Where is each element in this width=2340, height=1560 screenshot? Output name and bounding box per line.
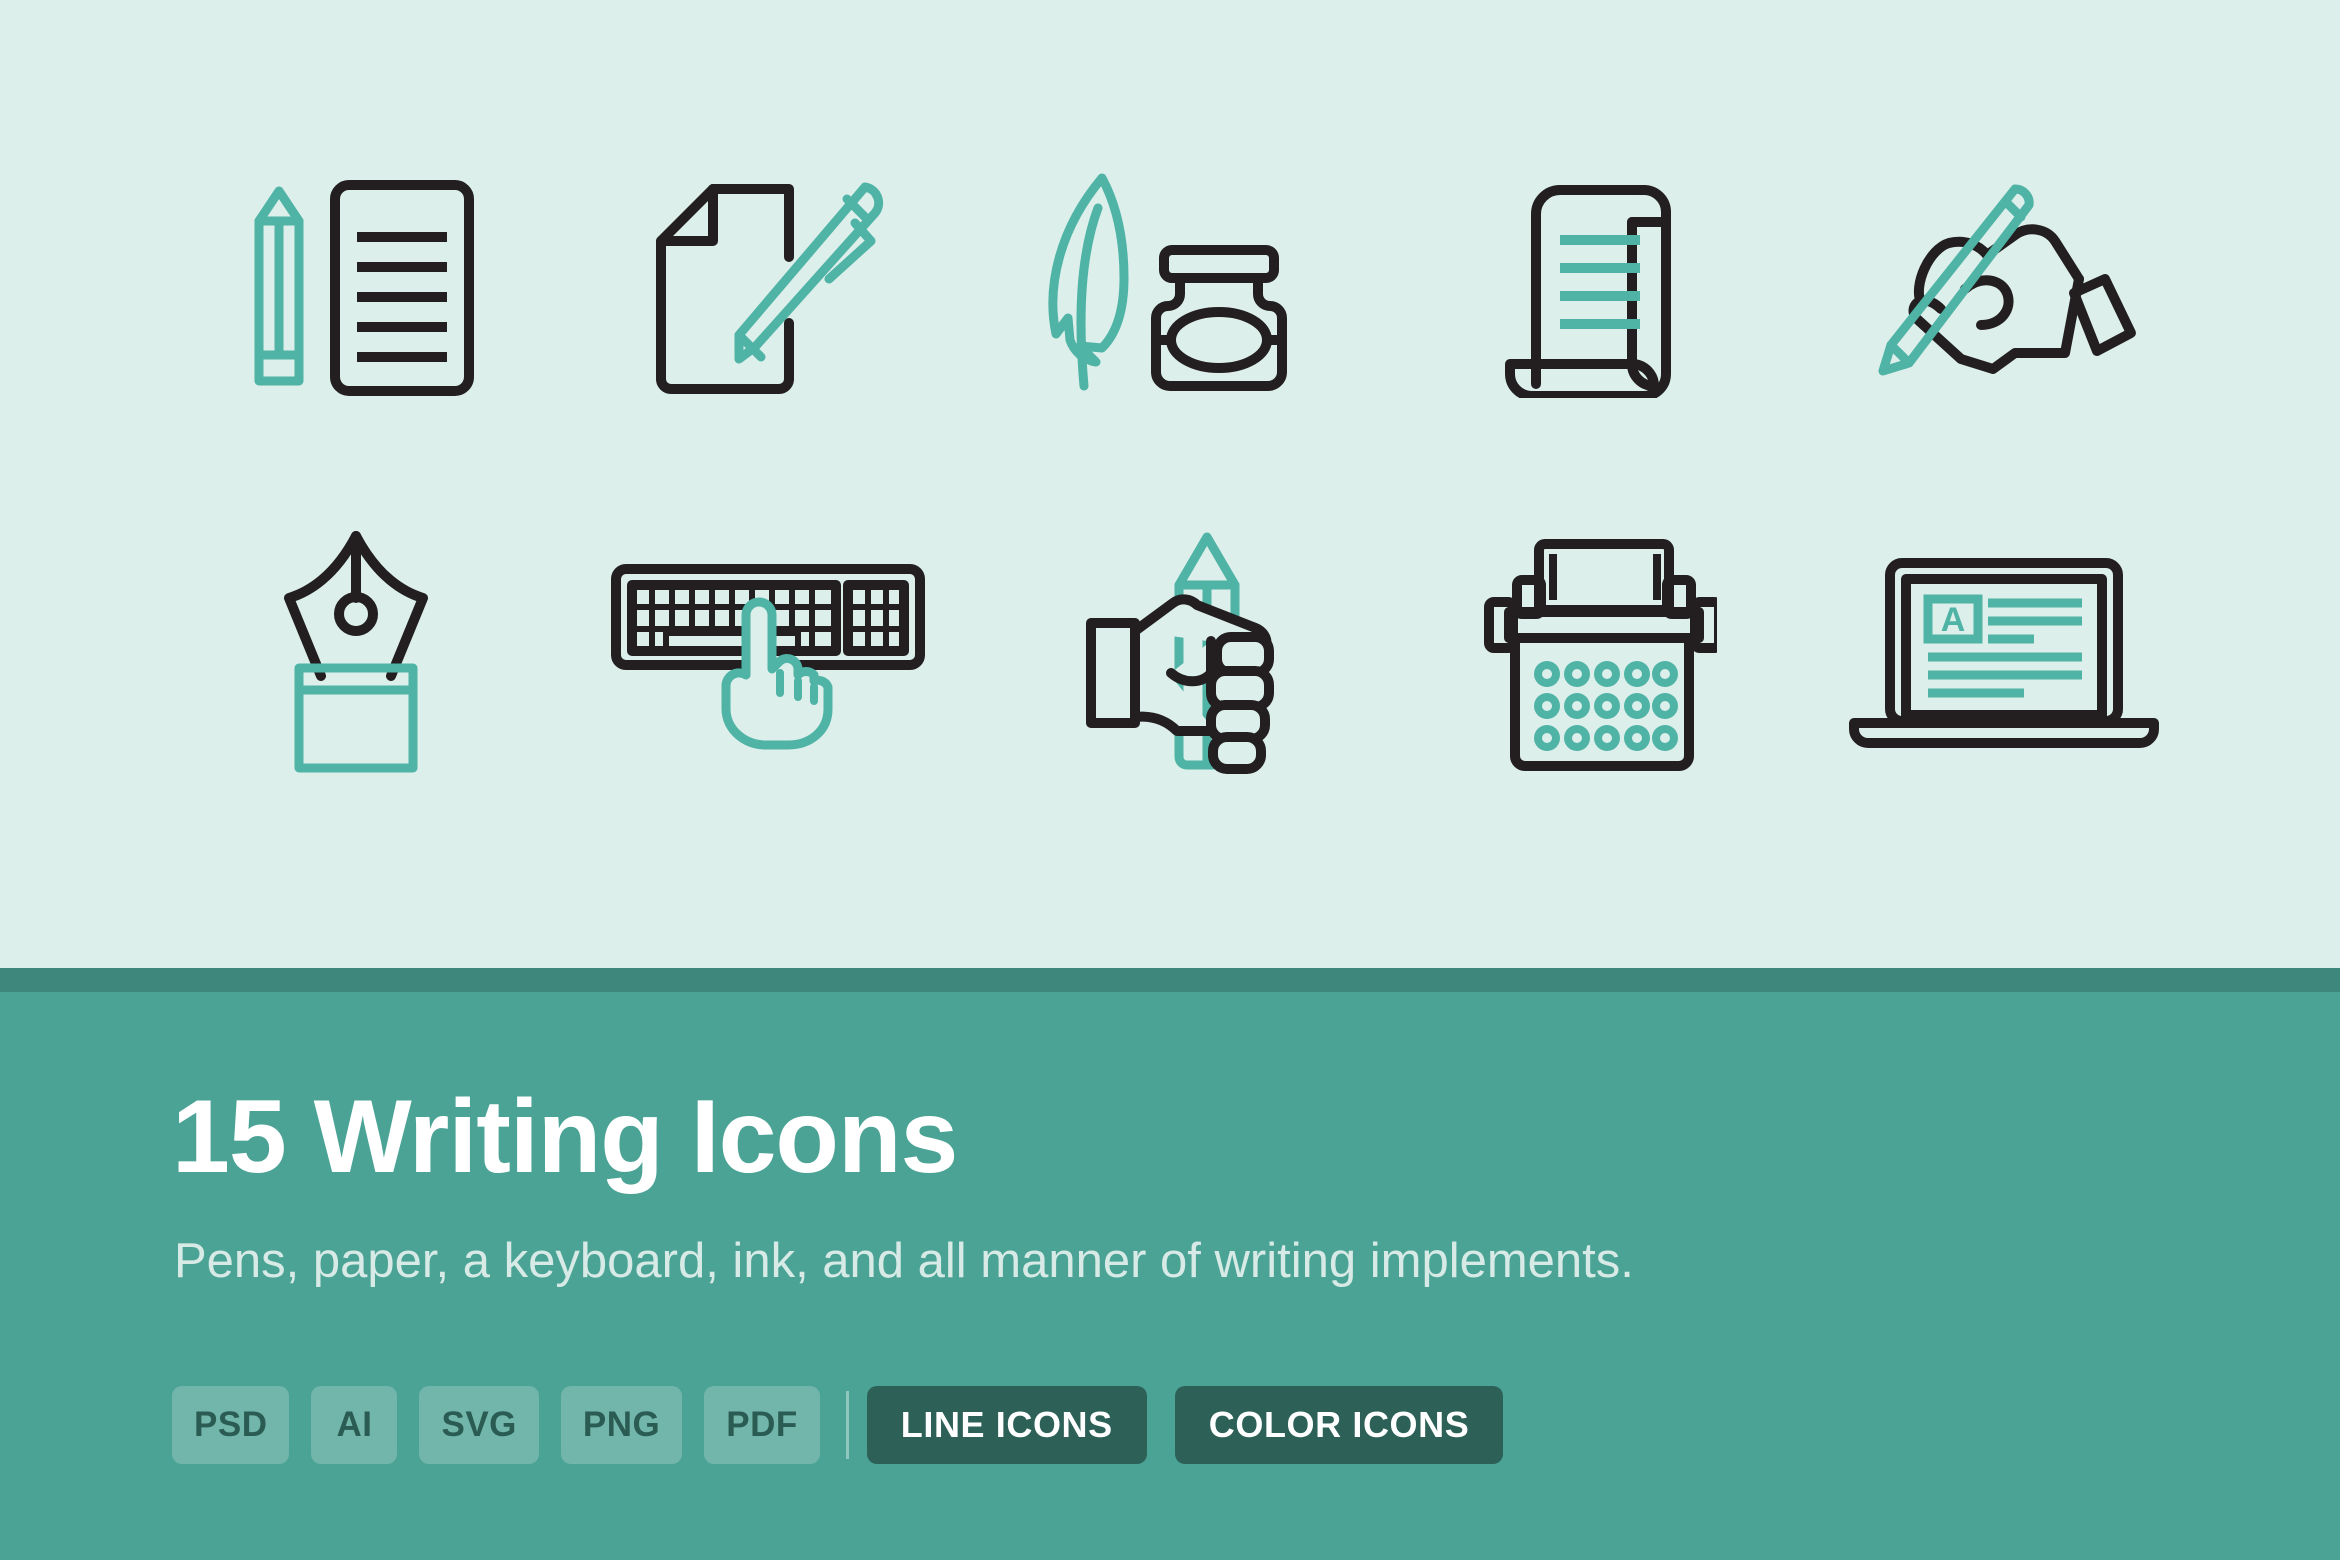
hand-writing-pencil-icon xyxy=(1878,183,2136,375)
format-badge-svg[interactable]: SVG xyxy=(419,1386,539,1464)
footer-panel: 15 Writing Icons Pens, paper, a keyboard… xyxy=(0,992,2340,1560)
keyboard-typing-icon xyxy=(611,563,925,749)
laptop-document-icon: A xyxy=(1849,557,2159,748)
icon-cell[interactable]: A xyxy=(1798,470,2210,835)
pencil-and-notepad-icon xyxy=(254,179,474,396)
laptop-screen-letter: A xyxy=(1941,601,1966,639)
format-badge-psd[interactable]: PSD xyxy=(172,1386,290,1464)
quill-and-inkwell-icon xyxy=(1048,173,1287,391)
icon-cell[interactable] xyxy=(974,470,1386,835)
icon-cell[interactable] xyxy=(150,105,562,470)
document-and-pen-icon xyxy=(656,182,884,394)
footer-content: 15 Writing Icons Pens, paper, a keyboard… xyxy=(172,992,2172,1560)
format-and-action-row: PSD AI SVG PNG PDF LINE ICONS COLOR ICON… xyxy=(172,1386,1531,1464)
icon-cell[interactable] xyxy=(150,470,562,835)
page-subtitle: Pens, paper, a keyboard, ink, and all ma… xyxy=(174,1234,1634,1288)
format-badge-ai[interactable]: AI xyxy=(311,1386,398,1464)
format-badge-png[interactable]: PNG xyxy=(560,1386,683,1464)
fountain-pen-nib-icon xyxy=(284,530,428,772)
icon-cell[interactable] xyxy=(974,105,1386,470)
icon-showcase: A xyxy=(0,0,2340,968)
icon-cell[interactable] xyxy=(1386,470,1798,835)
color-icons-button[interactable]: COLOR ICONS xyxy=(1174,1386,1504,1464)
hand-holding-pencil-icon xyxy=(1086,532,1274,774)
format-badge-pdf[interactable]: PDF xyxy=(704,1386,820,1464)
icon-cell[interactable] xyxy=(562,105,974,470)
icon-cell[interactable] xyxy=(562,470,974,835)
vertical-divider xyxy=(845,1391,849,1459)
icon-grid: A xyxy=(150,105,2210,835)
poster-root: A 15 Writing Icons Pens, paper, a keyboa… xyxy=(0,0,2340,1560)
page-title: 15 Writing Icons xyxy=(172,1079,958,1195)
divider-stripe xyxy=(0,968,2340,992)
icon-cell[interactable] xyxy=(1798,105,2210,470)
icon-cell[interactable] xyxy=(1386,105,1798,470)
line-icons-button[interactable]: LINE ICONS xyxy=(866,1386,1147,1464)
typewriter-icon xyxy=(1484,538,1717,771)
scroll-icon xyxy=(1505,184,1671,398)
